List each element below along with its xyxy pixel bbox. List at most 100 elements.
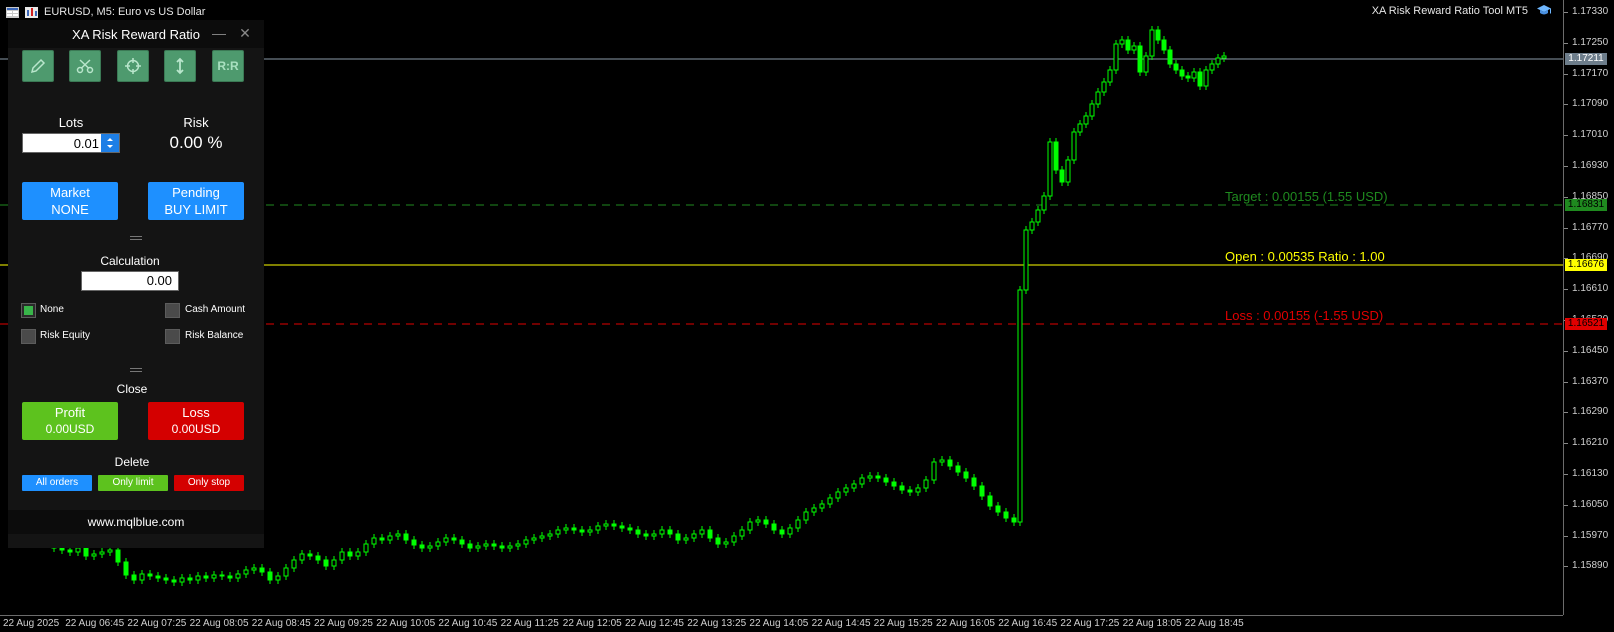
candle [1083,115,1089,125]
candle [651,533,657,537]
candle [147,573,153,577]
time-tick: 22 Aug 16:05 [936,618,995,629]
crosshair-tool-button[interactable] [117,50,149,82]
scissors-tool-button[interactable] [69,50,101,82]
candle [1003,511,1009,519]
risk-equity-checkbox[interactable] [21,329,36,344]
time-tick: 22 Aug 15:25 [873,618,933,629]
candle [1167,49,1173,65]
candle [947,459,953,467]
panel-header[interactable]: XA Risk Reward Ratio — ✕ [8,20,264,48]
price-scale[interactable]: 1.17330 1.17250 1.17170 1.17090 1.17010 1.169… [1563,0,1614,615]
pending-button[interactable]: Pending BUY LIMIT [148,182,244,220]
lots-spinner[interactable] [101,134,119,152]
current-price-tag: 1.17211 [1565,53,1607,65]
candle [195,575,201,581]
delete-all-orders-button[interactable]: All orders [22,475,92,491]
candle [1023,229,1029,291]
graduation-cap-icon [1537,5,1551,15]
chart-type-icon[interactable] [25,6,38,18]
calculation-input[interactable]: 0.00 [81,271,179,291]
grid-menu-icon[interactable] [6,6,19,18]
profit-label: Profit [54,405,86,420]
loss-price-tag: 1.16521 [1565,318,1607,330]
candle [67,549,73,553]
candle [555,529,561,535]
delete-only-limit-button[interactable]: Only limit [98,475,168,491]
none-checkbox[interactable] [21,303,36,318]
candle [835,491,841,499]
time-tick: 22 Aug 08:45 [251,618,311,629]
cash-amount-checkbox[interactable] [165,303,180,318]
risk-equity-option-label: Risk Equity [40,330,91,341]
rr-tool-button[interactable]: R:R [212,50,244,82]
crosshair-icon [125,58,141,74]
footer-link[interactable]: www.mqlblue.com [8,510,264,534]
candle [811,507,817,513]
collapse-grip-icon[interactable] [130,368,142,374]
candle [1071,131,1077,161]
candle [1179,69,1185,77]
indicator-title: XA Risk Reward Ratio Tool MT5 [1371,5,1528,17]
candle [1149,29,1155,57]
pencil-icon [30,58,46,74]
candle [795,519,801,529]
candle [411,539,417,546]
candle [683,537,689,541]
candle [1011,517,1017,523]
close-button[interactable]: ✕ [238,26,252,40]
candle [1077,123,1083,133]
scissors-icon [76,59,94,74]
candle [699,529,705,535]
candle [643,533,649,537]
candle [1059,169,1065,183]
price-tick: 1.16210 [1564,437,1614,449]
candle [747,521,753,531]
pencil-tool-button[interactable] [22,50,54,82]
candle [331,559,337,567]
rr-icon: R:R [217,59,239,73]
risk-value: 0.00 % [169,133,223,152]
candle [635,529,641,535]
price-tick: 1.17090 [1564,98,1614,110]
candle [251,567,257,571]
candle [763,519,769,525]
delete-only-stop-button[interactable]: Only stop [174,475,244,491]
candle [1197,71,1203,87]
candle [931,461,937,481]
candle [235,573,241,579]
candle [219,574,225,577]
market-button[interactable]: Market NONE [22,182,118,220]
candle [1125,39,1131,51]
candle [283,567,289,577]
candle [507,545,513,549]
candle [731,535,737,543]
time-tick: 22 Aug 13:25 [687,618,747,629]
candle [1065,159,1071,183]
candle [323,559,329,567]
time-axis[interactable]: 22 Aug 2025 22 Aug 06:45 22 Aug 07:25 22 Au… [0,615,1563,632]
vertical-line-tool-button[interactable] [164,50,196,82]
candle [83,547,89,557]
close-loss-button[interactable]: Loss 0.00USD [148,402,244,440]
collapse-grip-icon[interactable] [130,236,142,242]
candle [131,574,137,581]
lots-field[interactable] [22,133,120,153]
candle [899,485,905,491]
candle [1029,221,1035,231]
risk-balance-checkbox[interactable] [165,329,180,344]
candle [723,541,729,545]
candle [611,523,617,527]
candle [739,529,745,537]
candle [547,533,553,537]
close-profit-button[interactable]: Profit 0.00USD [22,402,118,440]
candle [1143,55,1149,73]
candle [915,487,921,493]
minimize-button[interactable]: — [212,26,226,40]
candle [1089,103,1095,117]
candle [395,533,401,537]
candle [907,489,913,493]
candle [1161,39,1167,51]
spinner-arrows-icon [107,138,113,148]
lots-input[interactable] [23,134,103,152]
